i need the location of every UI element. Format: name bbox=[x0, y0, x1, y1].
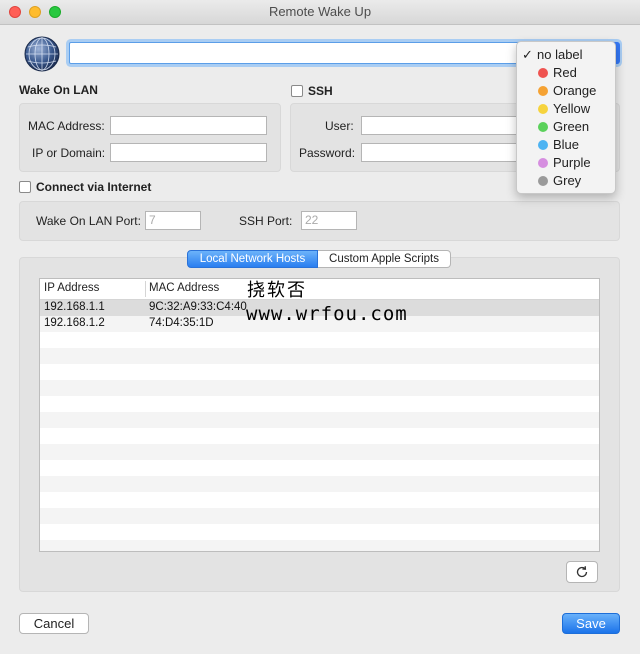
cell-mac: 9C:32:A9:33:C4:40 bbox=[149, 301, 247, 313]
table-row[interactable] bbox=[40, 508, 599, 524]
menu-item-label: Orange bbox=[553, 83, 597, 98]
cell-ip: 192.168.1.1 bbox=[44, 301, 105, 313]
refresh-icon bbox=[576, 566, 588, 578]
checkmark-icon: ✓ bbox=[522, 47, 533, 62]
wol-section-title: Wake On LAN bbox=[19, 83, 98, 97]
mac-address-label: MAC Address: bbox=[28, 119, 105, 133]
menu-item-label: Grey bbox=[553, 173, 582, 188]
ssh-checkbox[interactable] bbox=[291, 85, 303, 97]
table-row[interactable] bbox=[40, 476, 599, 492]
watermark-text: 挠软否 bbox=[247, 280, 307, 301]
save-button[interactable]: Save bbox=[562, 613, 620, 634]
internet-panel: Wake On LAN Port: 7 SSH Port: 22 bbox=[19, 201, 620, 241]
menu-item-yellow[interactable]: Yellow bbox=[517, 100, 615, 118]
table-row[interactable] bbox=[40, 332, 599, 348]
tab-custom-apple-scripts[interactable]: Custom Apple Scripts bbox=[318, 250, 451, 268]
ssh-password-label: Password: bbox=[299, 146, 356, 160]
column-header-ip[interactable]: IP Address bbox=[44, 282, 99, 294]
menu-item-purple[interactable]: Purple bbox=[517, 154, 615, 172]
blue-color-dot-icon bbox=[538, 140, 548, 150]
table-row[interactable] bbox=[40, 348, 599, 364]
ip-domain-label: IP or Domain: bbox=[32, 146, 106, 160]
watermark-url: www.wrfou.com bbox=[246, 303, 408, 325]
orange-color-dot-icon bbox=[538, 86, 548, 96]
network-globe-icon bbox=[24, 36, 60, 72]
wol-port-label: Wake On LAN Port: bbox=[36, 214, 141, 228]
table-row[interactable] bbox=[40, 540, 599, 551]
yellow-color-dot-icon bbox=[538, 104, 548, 114]
wol-panel: MAC Address: IP or Domain: bbox=[19, 103, 281, 172]
window-title: Remote Wake Up bbox=[268, 4, 372, 19]
cell-ip: 192.168.1.2 bbox=[44, 317, 105, 329]
table-row[interactable] bbox=[40, 444, 599, 460]
label-dropdown-menu: ✓ no label Red Orange Yellow Green Blue Purple G… bbox=[516, 41, 616, 194]
grey-color-dot-icon bbox=[538, 176, 548, 186]
green-color-dot-icon bbox=[538, 122, 548, 132]
connect-internet-checkbox[interactable] bbox=[19, 181, 31, 193]
table-row[interactable] bbox=[40, 396, 599, 412]
purple-color-dot-icon bbox=[538, 158, 548, 168]
title-bar: Remote Wake Up bbox=[0, 0, 640, 25]
table-row[interactable] bbox=[40, 428, 599, 444]
menu-item-red[interactable]: Red bbox=[517, 64, 615, 82]
table-row[interactable] bbox=[40, 364, 599, 380]
table-header: IP Address MAC Address bbox=[40, 279, 599, 300]
menu-item-green[interactable]: Green bbox=[517, 118, 615, 136]
mac-address-field[interactable] bbox=[110, 116, 267, 135]
menu-item-orange[interactable]: Orange bbox=[517, 82, 615, 100]
menu-item-label: no label bbox=[537, 47, 583, 62]
ssh-port-field[interactable]: 22 bbox=[301, 211, 357, 230]
menu-item-label: Purple bbox=[553, 155, 591, 170]
ip-domain-field[interactable] bbox=[110, 143, 267, 162]
ssh-section-title: SSH bbox=[308, 84, 333, 98]
menu-item-blue[interactable]: Blue bbox=[517, 136, 615, 154]
connect-internet-label: Connect via Internet bbox=[36, 180, 152, 194]
ssh-port-label: SSH Port: bbox=[239, 214, 293, 228]
tab-local-network-hosts[interactable]: Local Network Hosts bbox=[187, 250, 318, 268]
menu-item-label: Green bbox=[553, 119, 590, 134]
ssh-user-label: User: bbox=[325, 119, 354, 133]
column-divider bbox=[145, 281, 146, 297]
menu-item-grey[interactable]: Grey bbox=[517, 172, 615, 190]
cancel-button[interactable]: Cancel bbox=[19, 613, 89, 634]
table-row[interactable] bbox=[40, 460, 599, 476]
table-row[interactable] bbox=[40, 492, 599, 508]
cell-mac: 74:D4:35:1D bbox=[149, 317, 214, 329]
column-header-mac[interactable]: MAC Address bbox=[149, 282, 219, 294]
menu-item-label: Red bbox=[553, 65, 577, 80]
refresh-button[interactable] bbox=[566, 561, 598, 583]
table-row[interactable] bbox=[40, 524, 599, 540]
menu-item-label: Yellow bbox=[553, 101, 591, 116]
table-row[interactable] bbox=[40, 380, 599, 396]
table-row[interactable] bbox=[40, 412, 599, 428]
menu-item-no-label[interactable]: ✓ no label bbox=[517, 46, 615, 64]
wol-port-field[interactable]: 7 bbox=[145, 211, 201, 230]
red-color-dot-icon bbox=[538, 68, 548, 78]
menu-item-label: Blue bbox=[553, 137, 580, 152]
